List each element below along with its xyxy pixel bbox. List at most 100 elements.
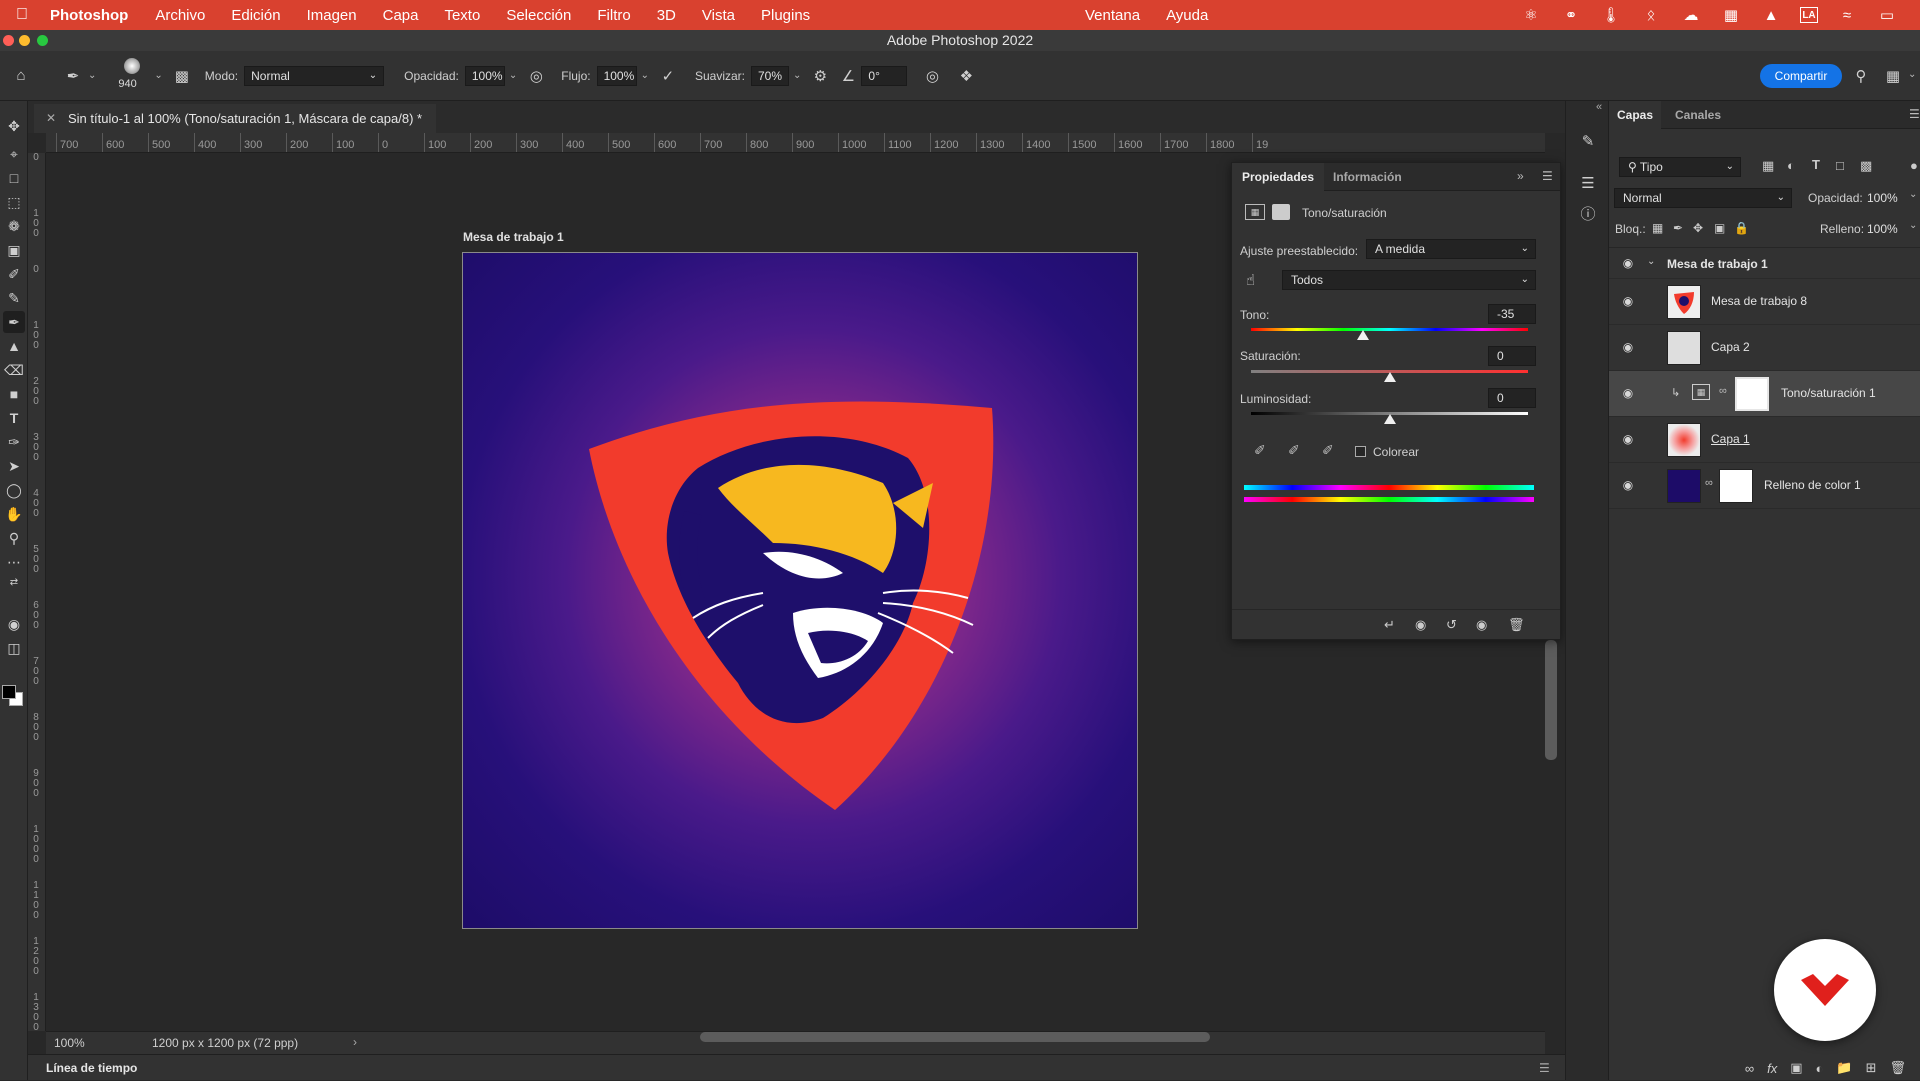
lock-artboard-icon[interactable]: ▣ — [1714, 221, 1725, 235]
chevron-right-icon[interactable]: › — [353, 1035, 357, 1049]
panel-menu-icon[interactable]: ☰ — [1909, 107, 1920, 121]
timeline-tab[interactable]: Línea de tiempo — [36, 1055, 147, 1081]
lasso-tool-icon[interactable]: ❁ — [3, 215, 25, 237]
panel-menu-icon[interactable]: ☰ — [1542, 169, 1553, 183]
menu-imagen[interactable]: Imagen — [294, 7, 370, 24]
lock-all-icon[interactable]: 🔒 — [1734, 221, 1749, 235]
trash-icon[interactable]: 🗑 — [1889, 1060, 1906, 1076]
smoothing-field[interactable]: 70% — [751, 65, 789, 86]
trash-icon[interactable]: 🗑 — [1508, 617, 1525, 633]
layer-row[interactable]: ◉ Capa 2 — [1609, 325, 1920, 371]
zoom-window-button[interactable] — [37, 35, 48, 46]
chevron-down-icon[interactable]: ⌄ — [88, 70, 96, 81]
panel-menu-icon[interactable]: ☰ — [1539, 1061, 1550, 1075]
temperature-icon[interactable]: 🌡 — [1600, 4, 1622, 26]
flow-field[interactable]: 100% — [596, 65, 637, 86]
hue-slider-track[interactable] — [1251, 328, 1528, 331]
menu-capa[interactable]: Capa — [370, 7, 432, 24]
menu-ventana[interactable]: Ventana — [1072, 7, 1153, 24]
tab-layers[interactable]: Capas — [1609, 101, 1662, 129]
visibility-eye-icon[interactable]: ◉ — [1620, 294, 1636, 310]
cc-sync-icon[interactable]: ⚭ — [1560, 4, 1582, 26]
artboard-label[interactable]: Mesa de trabajo 1 — [463, 230, 564, 244]
brush-settings-panel-icon[interactable]: ✎ — [1576, 129, 1600, 153]
filter-toggle-icon[interactable]: ● — [1910, 158, 1918, 173]
menu-plugins[interactable]: Plugins — [748, 7, 823, 24]
link-layers-icon[interactable]: ∞ — [1745, 1061, 1754, 1076]
foreground-color-swatch[interactable] — [2, 685, 16, 699]
new-group-icon[interactable]: 📁 — [1836, 1060, 1852, 1076]
more-tools-icon[interactable]: ⋯ — [3, 551, 25, 573]
artboard[interactable] — [462, 252, 1138, 929]
tab-channels[interactable]: Canales — [1675, 101, 1721, 129]
menu-3d[interactable]: 3D — [644, 7, 689, 24]
tab-information[interactable]: Información — [1333, 163, 1402, 191]
chevron-down-icon[interactable]: ⌄ — [641, 70, 649, 81]
brush-settings-icon[interactable]: ▩ — [171, 65, 193, 87]
filter-type-icon[interactable]: T — [1812, 157, 1820, 172]
chevron-down-icon[interactable]: ⌄ — [1647, 256, 1655, 267]
type-tool-icon[interactable]: T — [3, 407, 25, 429]
swap-colors-icon[interactable]: ⇄ — [3, 571, 25, 593]
menu-archivo[interactable]: Archivo — [142, 7, 218, 24]
brush-preset-picker[interactable]: 940 — [114, 56, 150, 96]
angle-field[interactable]: 0° — [861, 65, 908, 86]
lock-pixels-icon[interactable]: ✒ — [1673, 221, 1683, 235]
bluetooth-icon[interactable]: ᛟ — [1640, 4, 1662, 26]
saturation-field[interactable]: 0 — [1488, 346, 1536, 366]
menu-seleccion[interactable]: Selección — [493, 7, 584, 24]
color-bar-bottom[interactable] — [1244, 497, 1534, 502]
close-icon[interactable]: ✕ — [46, 104, 56, 133]
new-layer-icon[interactable]: ⊞ — [1866, 1060, 1877, 1076]
gear-icon[interactable]: ⚙ — [809, 65, 831, 87]
channel-select[interactable]: Todos ⌄ — [1282, 270, 1536, 290]
chevron-down-icon[interactable]: ⌄ — [793, 70, 801, 81]
minimize-window-button[interactable] — [19, 35, 30, 46]
layer-mask-thumbnail[interactable] — [1735, 377, 1769, 411]
healing-brush-tool-icon[interactable]: ✎ — [3, 287, 25, 309]
filter-smart-object-icon[interactable]: ▩ — [1860, 158, 1872, 174]
share-button[interactable]: Compartir — [1760, 64, 1842, 88]
eyedropper-plus-icon[interactable]: ✐ — [1288, 442, 1300, 459]
lightness-field[interactable]: 0 — [1488, 388, 1536, 408]
mode-select[interactable]: Normal ⌄ — [244, 65, 385, 86]
lightness-slider-thumb[interactable] — [1383, 414, 1396, 424]
chain-link-icon[interactable]: ∞ — [1719, 385, 1727, 397]
eyedropper-icon[interactable]: ✐ — [1254, 442, 1266, 459]
layer-row[interactable]: ◉ Mesa de trabajo 8 — [1609, 279, 1920, 325]
chevron-down-icon[interactable]: ⌄ — [1909, 189, 1917, 200]
pen-tool-icon[interactable]: ✑ — [3, 431, 25, 453]
acrobat-icon[interactable]: ▲ — [1760, 4, 1782, 26]
preset-select[interactable]: A medida ⌄ — [1366, 239, 1536, 259]
close-window-button[interactable] — [3, 35, 14, 46]
colorize-checkbox[interactable] — [1355, 446, 1366, 457]
collapse-panel-icon[interactable]: « — [1596, 101, 1602, 113]
filter-shape-icon[interactable]: □ — [1836, 158, 1844, 173]
stamp-tool-icon[interactable]: ▲ — [3, 335, 25, 357]
pressure-opacity-icon[interactable]: ◎ — [525, 65, 547, 87]
clip-to-layer-icon[interactable]: ↵ — [1384, 617, 1395, 633]
fill-field[interactable]: 100% — [1867, 222, 1898, 236]
layer-row[interactable]: ◉ ∞ Relleno de color 1 — [1609, 463, 1920, 509]
reset-icon[interactable]: ↺ — [1446, 617, 1457, 633]
search-icon[interactable]: ⚲ — [1850, 65, 1872, 87]
grid-app-icon[interactable]: ▦ — [1720, 4, 1742, 26]
airbrush-icon[interactable]: ✓ — [657, 65, 679, 87]
adjustment-icon[interactable]: ▦ — [1245, 204, 1265, 220]
screen-mode-icon[interactable]: ◫ — [3, 637, 25, 659]
hue-field[interactable]: -35 — [1488, 304, 1536, 324]
ellipse-tool-icon[interactable]: ◯ — [3, 479, 25, 501]
chain-link-icon[interactable]: ∞ — [1705, 477, 1713, 489]
visibility-eye-icon[interactable]: ◉ — [1476, 617, 1487, 633]
lock-position-icon[interactable]: ✥ — [1693, 221, 1703, 235]
menu-vista[interactable]: Vista — [689, 7, 748, 24]
eyedropper-tool-icon[interactable]: ✐ — [3, 263, 25, 285]
layer-row-selected[interactable]: ◉ ↳ ▦ ∞ Tono/saturación 1 — [1609, 371, 1920, 417]
filter-adjustment-icon[interactable]: ◐ — [1787, 158, 1795, 173]
eraser-tool-icon[interactable]: ⌫ — [3, 359, 25, 381]
menu-ayuda[interactable]: Ayuda — [1153, 7, 1221, 24]
brush-tool-icon[interactable]: ✒ — [62, 65, 84, 87]
chevron-down-icon[interactable]: ⌄ — [509, 70, 517, 81]
mask-icon[interactable] — [1272, 204, 1290, 220]
frame-tool-icon[interactable]: □ — [3, 167, 25, 189]
